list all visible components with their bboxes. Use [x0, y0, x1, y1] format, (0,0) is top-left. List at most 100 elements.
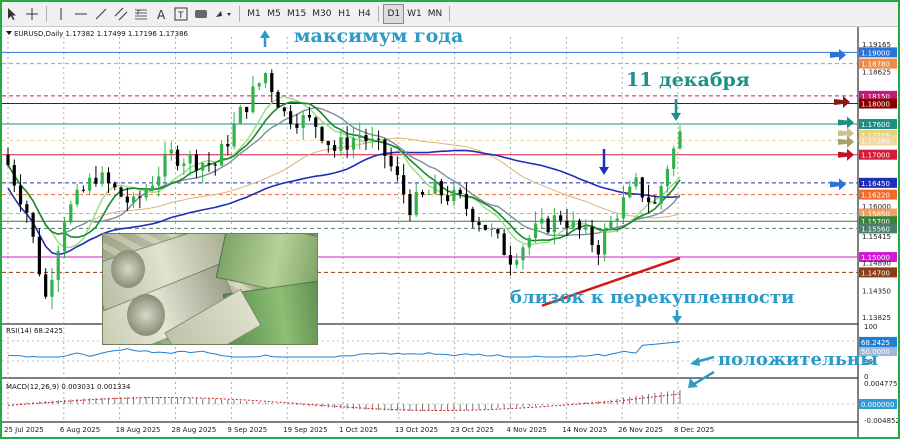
price-axis-label: 1.18780 [861, 61, 890, 69]
candle-body [106, 172, 111, 184]
money-photo [102, 233, 318, 345]
text-icon[interactable]: A [151, 4, 171, 24]
candle-body [6, 154, 10, 166]
candle-body [628, 186, 632, 198]
tab-timeframe-m5[interactable]: M5 [264, 4, 284, 24]
candle-body [56, 251, 60, 280]
candle-body [590, 227, 594, 246]
tab-timeframe-mn[interactable]: MN [425, 4, 446, 24]
arrow-right-icon [834, 95, 850, 108]
candle-body [339, 137, 343, 151]
tab-timeframe-m15[interactable]: M15 [284, 4, 309, 24]
shapes-icon[interactable] [191, 4, 211, 24]
date-label: 8 Dec 2025 [674, 426, 714, 434]
candle-body [546, 218, 550, 233]
rsi-scale-label: 100 [864, 323, 877, 331]
price-axis-label: 1.14350 [862, 287, 891, 295]
tab-timeframe-w1[interactable]: W1 [404, 4, 425, 24]
candle-body [150, 185, 155, 190]
candle-body [446, 195, 450, 202]
toolbar-separator [378, 6, 380, 22]
horizontal-line-icon[interactable] [71, 4, 91, 24]
candle-body [307, 115, 312, 118]
candle-body [640, 177, 644, 198]
candle-body [402, 175, 406, 195]
arrow-right-icon [830, 178, 846, 191]
candle-body [646, 197, 651, 203]
candle-body [653, 202, 657, 204]
tab-timeframe-h4[interactable]: H4 [354, 4, 374, 24]
candle-body [358, 135, 362, 139]
portrait [127, 294, 165, 336]
candle-body [226, 144, 230, 147]
svg-text:T: T [177, 11, 184, 21]
price-axis-label: 1.13825 [862, 314, 891, 322]
price-axis-label: 1.16450 [861, 180, 890, 188]
candle-body [175, 149, 180, 166]
candle-body [332, 145, 337, 151]
chart-area[interactable]: 25 Jul 2025 6 Aug 2025 18 Aug 2025 28 Aug 2… [2, 27, 898, 437]
candle-body [251, 86, 255, 113]
candle-body [238, 106, 242, 124]
candle-body [132, 196, 136, 203]
fibonacci-icon[interactable]: F [131, 4, 151, 24]
candle-body [62, 222, 67, 252]
svg-text:A: A [157, 8, 166, 21]
candle-body [471, 208, 475, 223]
candle-body [351, 138, 356, 150]
price-axis-label: 1.14700 [861, 269, 890, 277]
annotation-dec11: 11 декабря [626, 69, 750, 91]
candle-body [201, 163, 205, 171]
candle-body [44, 274, 48, 297]
chart-header: EURUSD,Daily 1.17382 1.17499 1.17196 1.1… [14, 30, 189, 38]
trend-line-icon[interactable] [91, 4, 111, 24]
candle-body [678, 131, 682, 149]
channel-icon[interactable] [111, 4, 131, 24]
arrow-diagonal-icon-head [690, 357, 700, 366]
macd-scale-label: 0.004775 [864, 380, 897, 388]
candle-body [464, 193, 469, 209]
chart-canvas[interactable]: 25 Jul 2025 6 Aug 2025 18 Aug 2025 28 Aug 2… [2, 27, 898, 437]
candle-body [615, 218, 619, 221]
annotation-overbought: близок к перекупленности [510, 287, 795, 308]
candle-body [452, 189, 456, 202]
price-axis-label: 1.16220 [861, 192, 890, 200]
tab-timeframe-d1[interactable]: D1 [383, 4, 405, 24]
price-axis-label: 1.17280 [861, 137, 890, 145]
arrow-right-icon [830, 48, 846, 61]
candle-body [502, 233, 506, 256]
candle-body [477, 222, 481, 226]
tab-timeframe-h1[interactable]: H1 [334, 4, 354, 24]
portrait [111, 250, 145, 288]
cursor-icon[interactable] [2, 4, 22, 24]
collapse-triangle-icon[interactable] [6, 31, 12, 35]
tab-timeframe-m30[interactable]: M30 [309, 4, 334, 24]
candle-body [182, 163, 186, 166]
candle-body [75, 189, 79, 205]
candle-body [621, 197, 626, 219]
candle-body [596, 245, 600, 255]
candle-body [584, 227, 588, 230]
arrow-up-icon-head [260, 30, 270, 38]
candle-body [433, 181, 437, 194]
price-axis-label: 1.17600 [861, 121, 890, 129]
candle-body [552, 215, 556, 233]
arrow-down-icon-head [671, 113, 681, 121]
candle-body [125, 196, 129, 203]
tab-timeframe-m1[interactable]: M1 [244, 4, 264, 24]
candle-body [533, 223, 538, 239]
candle-body [245, 106, 249, 113]
arrows-icon[interactable] [211, 4, 235, 24]
arrow-right-icon [838, 116, 854, 129]
candle-body [69, 204, 73, 223]
vertical-line-icon[interactable] [51, 4, 71, 24]
annotation-year-high: максимум года [294, 27, 464, 47]
macd-scale-label: -0.004852 [864, 417, 898, 425]
crosshair-icon[interactable] [22, 4, 42, 24]
candle-body [326, 141, 330, 146]
candle-body [219, 144, 224, 166]
date-label: 4 Nov 2025 [507, 426, 547, 434]
text-label-icon[interactable]: T [171, 4, 191, 24]
date-label: 6 Aug 2025 [60, 426, 100, 434]
toolbar: F A T M1 M5 M15 M30 H1 H4 D1 W1 MN [2, 2, 898, 27]
